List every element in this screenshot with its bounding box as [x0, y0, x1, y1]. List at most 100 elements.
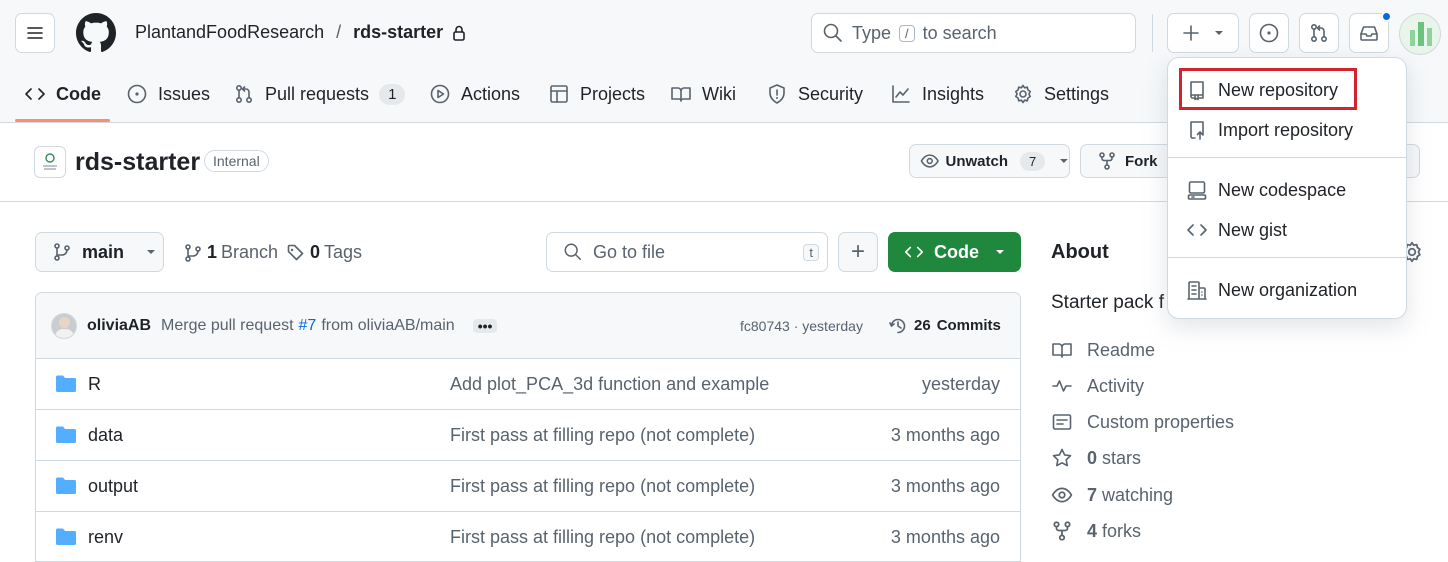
search-icon [823, 23, 842, 42]
import-repository-label: Import repository [1218, 119, 1354, 140]
stars-link[interactable]: 0 stars [1051, 447, 1141, 469]
file-row[interactable]: data First pass at filling repo (not com… [36, 409, 1020, 460]
tab-pull-requests[interactable]: Pull requests 1 [233, 80, 406, 108]
pull-requests-button[interactable] [1299, 13, 1339, 53]
github-logo[interactable] [76, 13, 116, 53]
commit-ellipsis-button[interactable]: ••• [472, 318, 498, 333]
file-name[interactable]: R [88, 374, 101, 395]
tab-security-label: Security [798, 83, 864, 104]
forks-link[interactable]: 4 forks [1051, 520, 1141, 542]
forks-count: 4 [1087, 520, 1098, 541]
file-name[interactable]: output [88, 476, 138, 497]
file-row[interactable]: renv First pass at filling repo (not com… [36, 511, 1020, 562]
file-commit-message[interactable]: First pass at filling repo (not complete… [450, 476, 755, 497]
repo-name[interactable]: rds-starter [75, 148, 200, 177]
branches-link[interactable]: 1 Branch [183, 242, 278, 263]
git-branch-icon [185, 243, 201, 262]
search-shortcut-key: / [899, 24, 915, 42]
tab-issues[interactable]: Issues [126, 80, 210, 108]
git-pull-request-icon [1310, 23, 1328, 43]
add-file-button[interactable]: + [838, 232, 878, 272]
menu-item-import-repository[interactable]: Import repository [1186, 115, 1353, 145]
menu-item-new-codespace[interactable]: New codespace [1186, 175, 1346, 205]
create-new-menu: New repository Import repository New cod… [1167, 57, 1407, 319]
breadcrumb-separator: / [336, 22, 342, 42]
folder-icon [56, 528, 76, 545]
watching-link[interactable]: 7 watching [1051, 484, 1173, 506]
play-icon [430, 84, 450, 104]
folder-icon [56, 477, 76, 494]
file-name[interactable]: renv [88, 527, 123, 548]
inbox-icon [1360, 26, 1378, 41]
pull-requests-counter: 1 [379, 83, 406, 105]
menu-item-new-gist[interactable]: New gist [1186, 215, 1287, 245]
tags-link[interactable]: 0 Tags [286, 242, 362, 263]
menu-divider [1168, 157, 1406, 158]
readme-link[interactable]: Readme [1051, 339, 1155, 361]
repo-owner-avatar[interactable] [34, 146, 66, 178]
file-commit-message[interactable]: First pass at filling repo (not complete… [450, 527, 755, 548]
issues-button[interactable] [1249, 13, 1289, 53]
tab-actions-label: Actions [461, 83, 521, 104]
hamburger-menu-button[interactable] [15, 13, 55, 53]
file-commit-time: 3 months ago [890, 526, 1000, 547]
commit-author[interactable]: oliviaAB [87, 317, 151, 335]
tab-actions[interactable]: Actions [429, 80, 520, 108]
triangle-down-icon [1060, 159, 1069, 163]
gear-icon [1015, 84, 1031, 104]
branch-count: 1 [207, 242, 218, 262]
commit-message-post[interactable]: from oliviaAB/main [321, 317, 454, 335]
code-icon [25, 88, 45, 100]
file-commit-message[interactable]: Add plot_PCA_3d function and example [450, 374, 769, 395]
repo-push-icon [1190, 121, 1204, 140]
breadcrumb-owner[interactable]: PlantandFoodResearch [135, 22, 324, 43]
user-avatar[interactable] [1399, 13, 1441, 55]
header-divider [1152, 14, 1153, 52]
go-to-file-shortcut: t [803, 243, 819, 261]
go-to-file-input[interactable]: Go to file t [546, 232, 828, 272]
tab-insights[interactable]: Insights [890, 80, 984, 108]
global-search-input[interactable]: Type / to search [811, 13, 1136, 53]
code-icon [905, 246, 923, 258]
custom-properties-link[interactable]: Custom properties [1051, 411, 1234, 433]
file-commit-message[interactable]: First pass at filling repo (not complete… [450, 425, 755, 446]
commit-author-avatar[interactable] [51, 312, 77, 339]
tab-settings-label: Settings [1044, 83, 1110, 104]
activity-label: Activity [1087, 375, 1145, 396]
breadcrumb-repo[interactable]: rds-starter [353, 22, 443, 43]
activity-link[interactable]: Activity [1051, 375, 1144, 397]
watching-label: watching [1102, 484, 1174, 505]
new-repository-label: New repository [1218, 79, 1339, 100]
watching-count: 7 [1087, 484, 1098, 505]
tab-pull-requests-label: Pull requests [265, 83, 370, 104]
file-row[interactable]: output First pass at filling repo (not c… [36, 460, 1020, 511]
menu-item-new-repository[interactable]: New repository [1186, 75, 1338, 105]
issue-opened-icon [1259, 23, 1279, 43]
file-row[interactable]: R Add plot_PCA_3d function and example y… [36, 358, 1020, 409]
file-name[interactable]: data [88, 425, 123, 446]
branch-name: main [82, 241, 125, 262]
commits-link[interactable]: 26 Commits [888, 316, 1001, 336]
branch-selector-button[interactable]: main [35, 232, 164, 272]
tab-wiki[interactable]: Wiki [670, 80, 736, 108]
code-dropdown-button[interactable]: Code [888, 232, 1021, 272]
tab-projects[interactable]: Projects [548, 80, 645, 108]
commit-pr-link[interactable]: #7 [299, 317, 317, 335]
git-pull-request-icon [235, 84, 253, 104]
tag-label: Tags [324, 242, 363, 262]
tab-settings[interactable]: Settings [1012, 80, 1109, 108]
create-new-button[interactable] [1167, 13, 1239, 53]
unwatch-button[interactable]: Unwatch 7 [909, 144, 1070, 178]
tab-security[interactable]: Security [766, 80, 863, 108]
issue-opened-icon [127, 84, 147, 104]
tab-wiki-label: Wiki [702, 83, 736, 104]
menu-item-new-organization[interactable]: New organization [1186, 275, 1357, 305]
folder-icon [56, 375, 76, 392]
new-gist-label: New gist [1218, 219, 1288, 240]
commit-hash-time[interactable]: fc80743 · yesterday [740, 318, 863, 334]
tab-code[interactable]: Code [24, 80, 101, 108]
commit-message-pre[interactable]: Merge pull request [161, 317, 294, 335]
repo-icon [1190, 81, 1204, 101]
eye-icon [1051, 487, 1073, 503]
star-icon [1052, 448, 1072, 467]
